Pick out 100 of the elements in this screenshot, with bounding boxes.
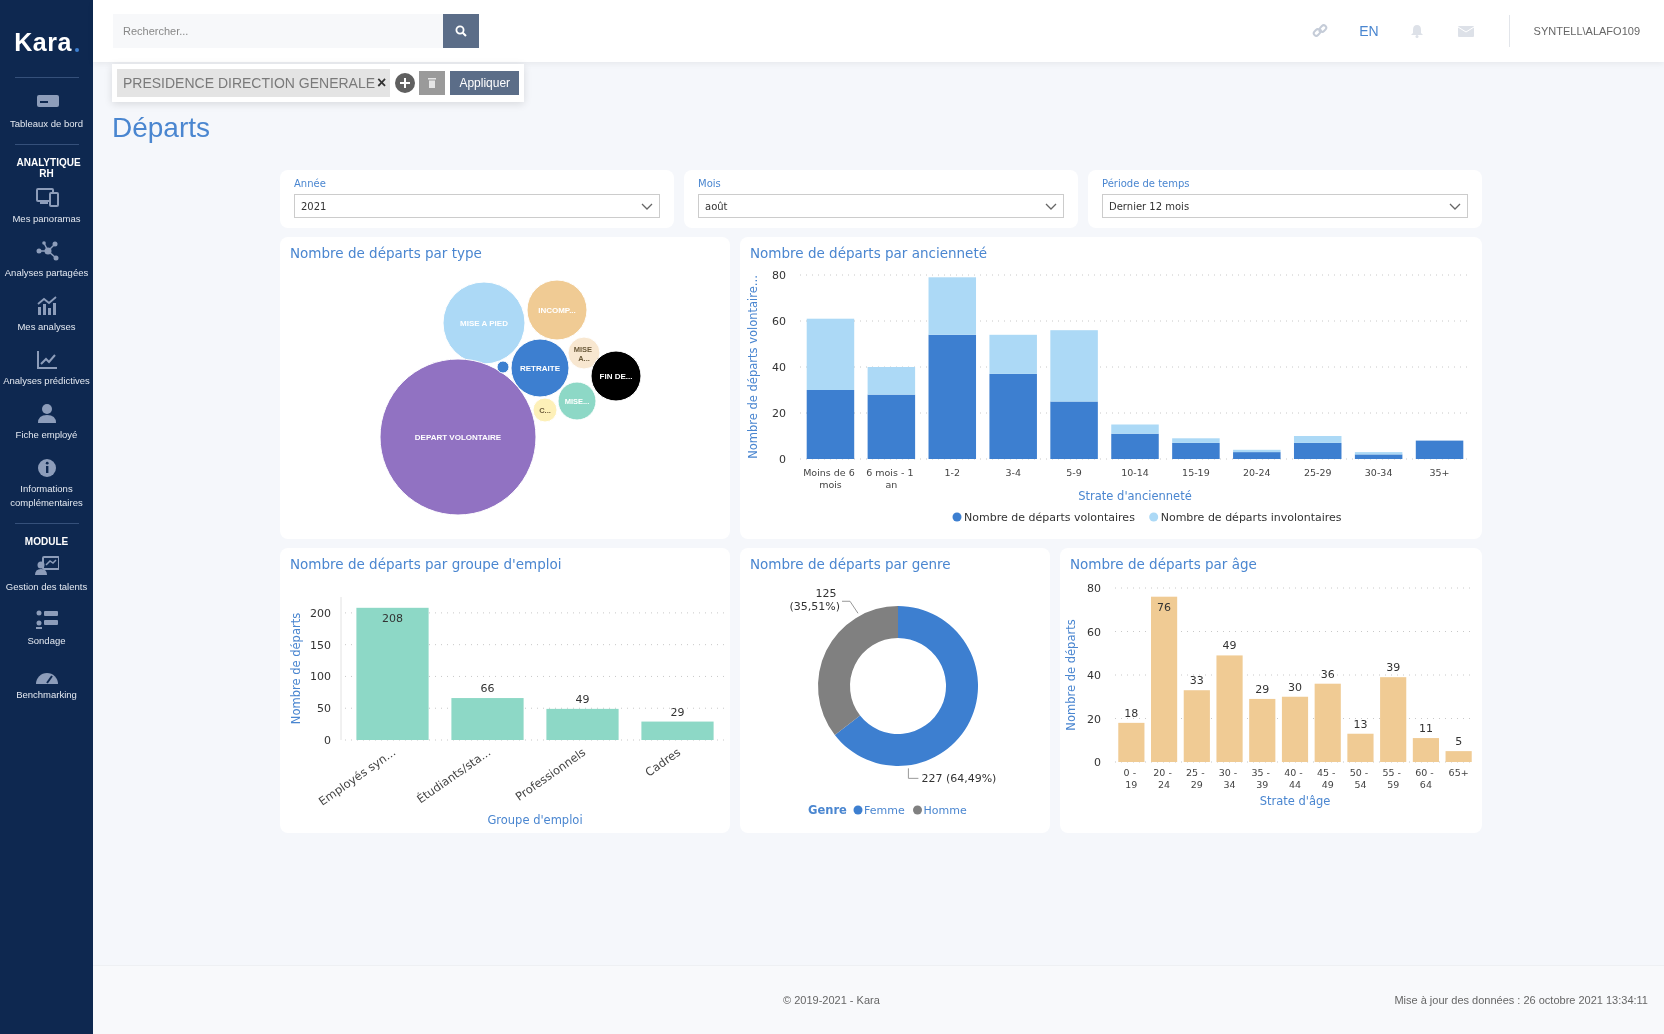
data-label: 49 <box>1222 639 1237 653</box>
sidebar-item[interactable]: Gestion des talents <box>0 547 93 601</box>
data-label: 208 <box>382 611 403 625</box>
axis-tick-label: 150 <box>310 638 331 652</box>
axis-title: Nombre de départs <box>289 612 303 725</box>
bar <box>1281 696 1309 762</box>
bar <box>1347 733 1374 762</box>
axis-category-label: 55 - 59 <box>1382 767 1401 790</box>
data-label: 18 <box>1124 706 1139 720</box>
sidebar-item[interactable]: Mes analyses <box>0 287 93 341</box>
dropdown[interactable]: août <box>698 194 1064 218</box>
sidebar-item[interactable]: Informations complémentaires <box>0 449 93 517</box>
axis-tick-label: 20 <box>1087 712 1101 726</box>
sidebar-item[interactable]: Sondage <box>0 601 93 655</box>
sidebar-item[interactable]: Tableaux de bord <box>0 84 93 138</box>
data-update-text: Mise à jour des données : 26 octobre 2021 13:34:11 <box>1394 994 1648 1006</box>
sidebar-item[interactable]: Analyses prédictives <box>0 341 93 395</box>
chart-title: Nombre de départs par genre <box>749 555 952 574</box>
axis-tick-label: 50 <box>317 702 331 716</box>
remove-filter-button[interactable]: × <box>375 74 387 92</box>
dropdown[interactable]: 2021 <box>294 194 660 218</box>
data-label: 29 <box>1255 682 1270 696</box>
axis-category-label: 25-29 <box>1303 467 1332 478</box>
user-link[interactable]: SYNTELL\ALAFO109 <box>1533 25 1640 37</box>
data-label: 36 <box>1320 667 1335 681</box>
axis-title: Nombre de départs volontaire... <box>746 275 760 459</box>
sidebar-item[interactable]: Mes panoramas <box>0 179 93 233</box>
axis-category-label: 25 - 29 <box>1186 767 1205 790</box>
bar <box>1050 401 1098 459</box>
gauge-icon <box>35 672 58 684</box>
bar <box>806 318 855 390</box>
bar <box>1415 440 1464 459</box>
chevron-down-icon <box>1449 202 1461 210</box>
axis-tick-label: 200 <box>310 606 331 620</box>
filter-label: Mois <box>698 178 722 189</box>
axis-tick-label: 0 <box>1094 756 1101 769</box>
axis-category-label: 40 - 44 <box>1284 767 1303 790</box>
chart-title: Nombre de départs par type <box>289 244 483 263</box>
bubble-label: INCOMP... <box>538 306 576 315</box>
legend-label: Nombre de départs involontaires <box>1160 511 1342 524</box>
axis-tick-label: 60 <box>1087 625 1101 639</box>
data-label: 125 (35,51%) <box>789 587 840 614</box>
link-button[interactable] <box>1312 23 1329 39</box>
devices-icon <box>34 187 59 208</box>
sidebar-item[interactable]: Analyses partagées <box>0 233 93 287</box>
data-label: 29 <box>670 705 685 719</box>
chart-title: Nombre de départs par âge <box>1069 555 1258 574</box>
axis-category-label: 50 - 54 <box>1349 767 1369 790</box>
axis-tick-label: 40 <box>1087 669 1101 682</box>
axis-tick-label: 20 <box>772 407 786 420</box>
logo[interactable]: Kara <box>14 28 79 57</box>
axis-category-label: 0 - 19 <box>1123 767 1138 790</box>
axis-tick-label: 0 <box>324 734 331 747</box>
sidebar-item[interactable]: Fiche employé <box>0 395 93 449</box>
chart-title: Nombre de départs par ancienneté <box>749 244 988 263</box>
axis-category-label: 60 - 64 <box>1415 767 1434 790</box>
bubble-label: FIN DE... <box>599 372 633 381</box>
copyright-text: © 2019-2021 - Kara <box>783 994 880 1006</box>
link-icon <box>1312 23 1329 39</box>
data-label: 13 <box>1353 717 1368 731</box>
plus-icon <box>400 78 411 88</box>
axis-tick-label: 80 <box>1087 582 1101 595</box>
axis-tick-label: 40 <box>772 361 786 374</box>
search-field[interactable]: Rechercher... <box>113 14 443 48</box>
language-link[interactable]: EN <box>1359 23 1379 39</box>
bar <box>1050 330 1098 402</box>
data-label: 5 <box>1455 735 1463 749</box>
data-label: 30 <box>1288 680 1302 694</box>
axis-tick-label: 80 <box>772 269 786 282</box>
sidebar-heading: MODULE <box>23 536 70 547</box>
axis-title: Groupe d'emploi <box>487 813 583 827</box>
axis-category-label: 45 - 49 <box>1316 767 1336 790</box>
apply-button[interactable]: Appliquer <box>450 71 520 95</box>
trash-icon <box>428 78 437 88</box>
chevron-down-icon <box>641 202 653 210</box>
page-title: Départs <box>112 112 212 145</box>
leader-line <box>841 600 859 614</box>
data-label: 227 (64,49%) <box>921 772 997 786</box>
list-icon <box>34 609 59 630</box>
axis-category-label: 20-24 <box>1243 467 1271 478</box>
filter-label: Période de temps <box>1102 178 1191 189</box>
delete-button[interactable] <box>419 71 446 95</box>
axis-tick-label: 100 <box>310 670 331 684</box>
leader-line <box>907 767 919 779</box>
axis-category-label: 3-4 <box>1005 467 1021 478</box>
search-button[interactable] <box>443 14 479 48</box>
data-label: 49 <box>575 692 590 706</box>
filter-label: Année <box>294 178 327 189</box>
filter-chip-label: PRESIDENCE DIRECTION GENERALE <box>123 75 376 91</box>
sidebar-item[interactable]: Benchmarking <box>0 655 93 709</box>
add-filter-button[interactable] <box>395 73 416 93</box>
axis-title: Nombre de départs <box>1064 619 1078 731</box>
bar <box>806 390 855 459</box>
axis-category-label: 35 - 39 <box>1251 767 1271 790</box>
data-label: 76 <box>1157 600 1172 614</box>
dropdown[interactable]: Dernier 12 mois <box>1102 194 1468 218</box>
presentation-icon <box>34 555 59 576</box>
data-label: 39 <box>1386 661 1401 675</box>
axis-category-label: 6 mois - 1 an <box>866 467 914 490</box>
data-label: 66 <box>480 682 495 696</box>
